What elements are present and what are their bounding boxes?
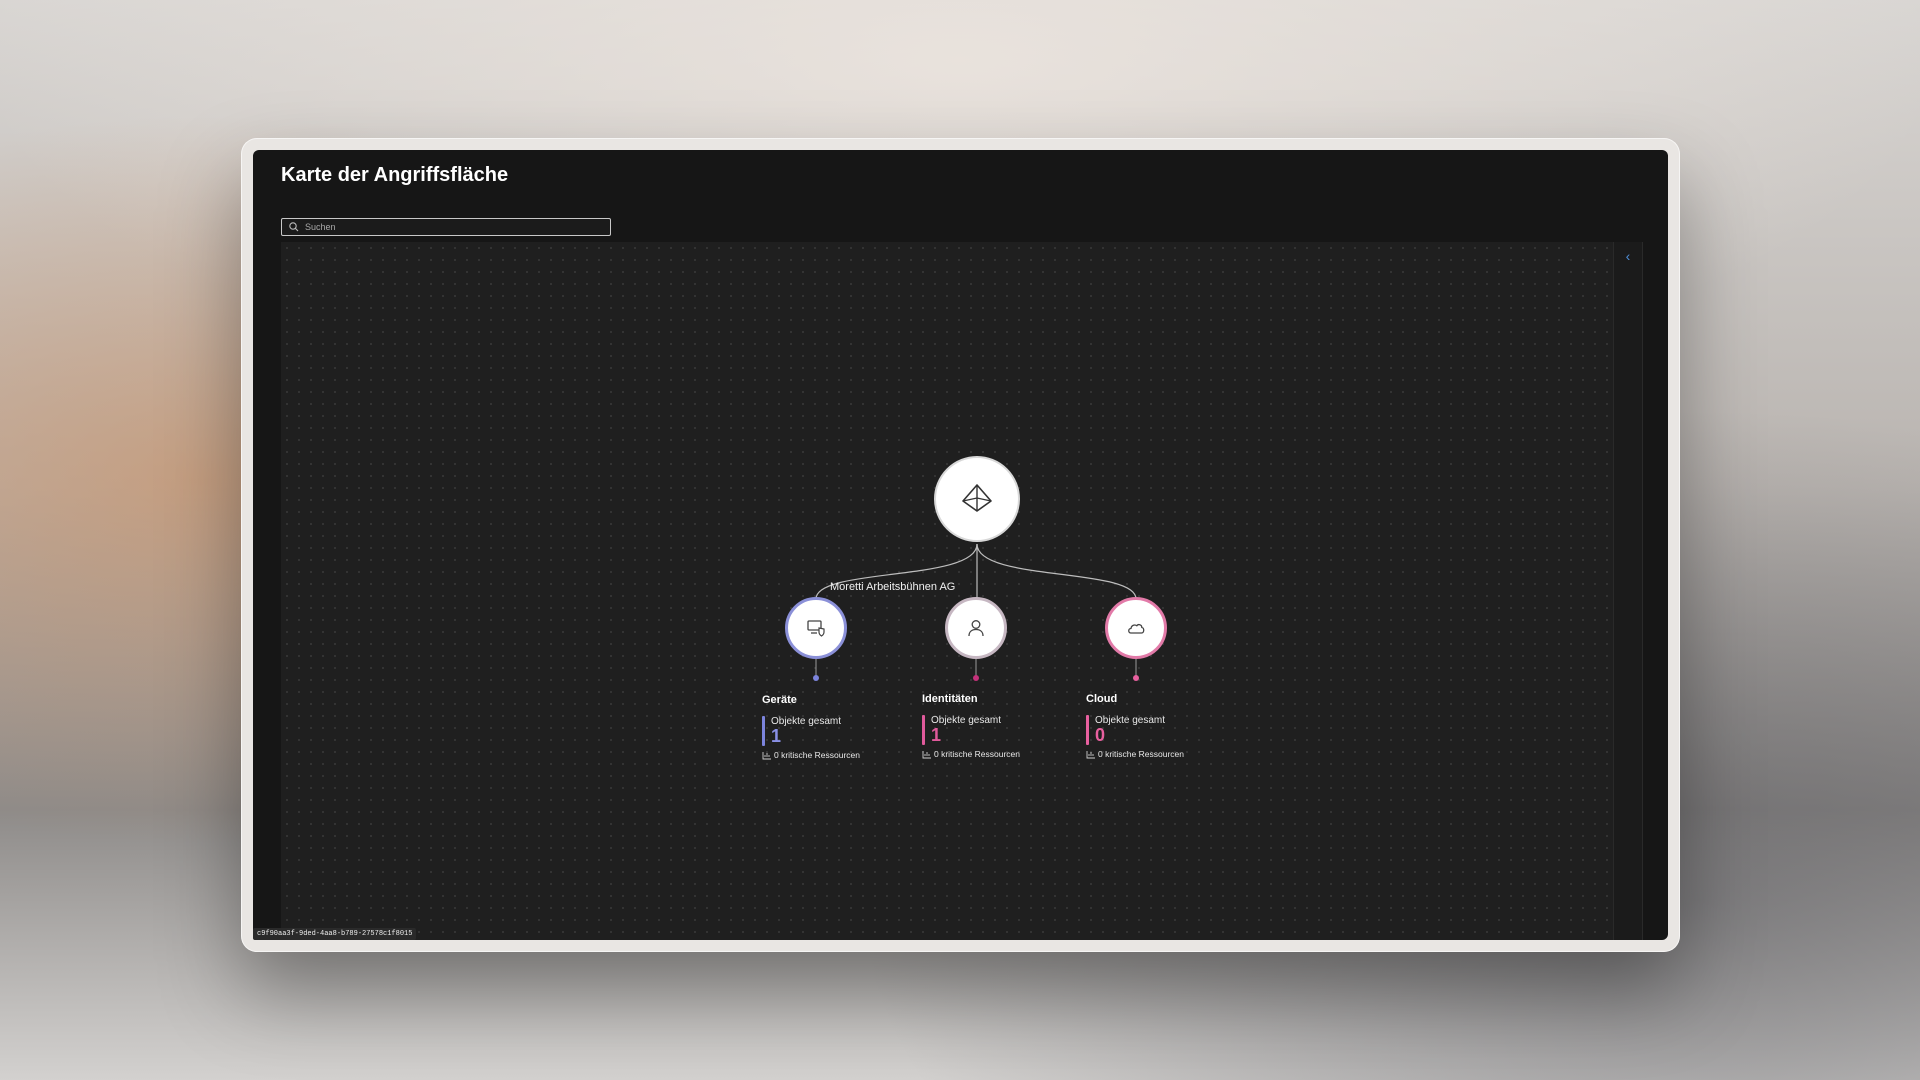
identities-critical-text: 0 kritische Ressourcen (934, 749, 1020, 759)
devices-node[interactable] (785, 597, 847, 659)
search-box[interactable] (281, 218, 611, 236)
identities-critical: 0 kritische Ressourcen (922, 749, 1092, 759)
cloud-stat: Objekte gesamt 0 (1086, 715, 1256, 745)
cloud-icon (1128, 623, 1145, 634)
attack-surface-canvas[interactable]: Moretti Arbeitsbühnen AG Geräte Objekte … (281, 242, 1613, 940)
pyramid-icon (962, 484, 992, 512)
cloud-summary[interactable]: Cloud Objekte gesamt 0 0 kritische Resso… (1086, 693, 1256, 759)
cloud-accent-bar (1086, 715, 1089, 745)
devices-critical: 0 kritische Ressourcen (762, 750, 932, 760)
session-id-label: c9f90aa3f-9ded-4aa8-b789-27578c1f8015 (253, 928, 417, 940)
device-shield-icon (807, 620, 825, 637)
person-icon (968, 620, 984, 637)
cloud-total: 0 (1095, 725, 1106, 745)
critical-assets-icon (1086, 750, 1095, 758)
cloud-stat-label: Objekte gesamt (1095, 715, 1166, 726)
devices-stat-label: Objekte gesamt (771, 716, 842, 727)
chevron-left-icon[interactable]: ‹ (1620, 248, 1636, 264)
cloud-anchor-dot (1133, 675, 1139, 681)
identities-total: 1 (931, 725, 942, 745)
devices-anchor-dot (813, 675, 819, 681)
devices-accent-bar (762, 716, 765, 746)
app-window: Karte der Angriffsfläche Moretti Arbeits… (253, 150, 1668, 940)
identities-summary[interactable]: Identitäten Objekte gesamt 1 0 kritische… (922, 693, 1092, 759)
identities-node[interactable] (945, 597, 1007, 659)
organization-node[interactable] (934, 456, 1020, 542)
identities-stat: Objekte gesamt 1 (922, 715, 1092, 745)
details-side-panel: ‹ (1613, 242, 1643, 940)
search-icon (289, 222, 299, 232)
cloud-critical: 0 kritische Ressourcen (1086, 749, 1256, 759)
cloud-critical-text: 0 kritische Ressourcen (1098, 749, 1184, 759)
critical-assets-icon (922, 750, 931, 758)
devices-summary[interactable]: Geräte Objekte gesamt 1 0 kritische Ress… (762, 694, 932, 760)
identities-title: Identitäten (922, 693, 978, 705)
devices-title: Geräte (762, 694, 797, 706)
devices-total: 1 (771, 726, 782, 746)
critical-assets-icon (762, 751, 771, 759)
devices-critical-text: 0 kritische Ressourcen (774, 750, 860, 760)
identities-stat-label: Objekte gesamt (931, 715, 1002, 726)
devices-stat: Objekte gesamt 1 (762, 716, 932, 746)
search-input[interactable] (301, 222, 610, 232)
identities-anchor-dot (973, 675, 979, 681)
identities-accent-bar (922, 715, 925, 745)
organization-label: Moretti Arbeitsbühnen AG (830, 581, 956, 593)
page-title: Karte der Angriffsfläche (281, 164, 509, 186)
cloud-title: Cloud (1086, 693, 1118, 705)
cloud-node[interactable] (1105, 597, 1167, 659)
